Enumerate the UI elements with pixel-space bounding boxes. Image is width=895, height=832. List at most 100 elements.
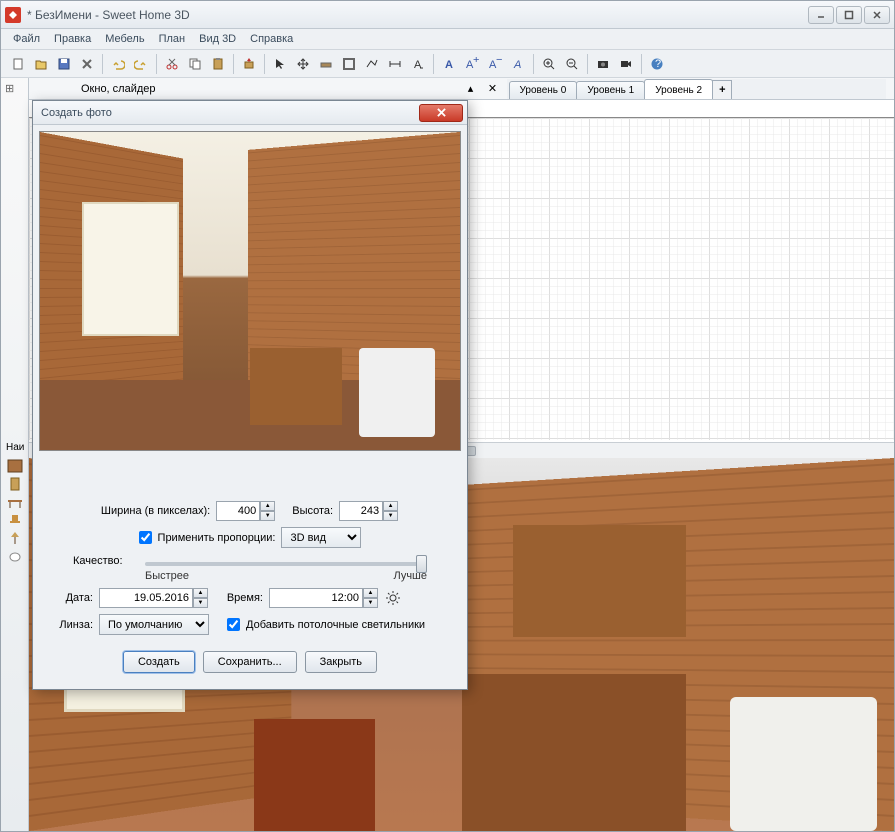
dialog-titlebar[interactable]: Создать фото (33, 101, 467, 125)
tab-level2[interactable]: Уровень 2 (644, 79, 713, 99)
menu-file[interactable]: Файл (7, 31, 46, 47)
dialog-title: Создать фото (37, 107, 419, 119)
paste-icon[interactable] (207, 53, 229, 75)
apply-proportions-label: Применить пропорции: (158, 532, 276, 544)
save-icon[interactable] (53, 53, 75, 75)
tab-level1[interactable]: Уровень 1 (576, 81, 645, 99)
svg-text:A: A (513, 59, 521, 71)
shelf-icon[interactable] (6, 458, 24, 474)
undo-icon[interactable] (107, 53, 129, 75)
apply-proportions-checkbox[interactable] (139, 531, 152, 544)
app-icon (5, 7, 21, 23)
menu-plan[interactable]: План (153, 31, 192, 47)
quality-slider[interactable] (145, 562, 427, 566)
furniture-list-header: Окно, слайдер ▴ ✕ Уровень 0 Уровень 1 Ур… (29, 78, 894, 100)
new-icon[interactable] (7, 53, 29, 75)
video-icon[interactable] (615, 53, 637, 75)
chair-icon[interactable] (6, 512, 24, 528)
shelf-3d (513, 525, 686, 637)
redo-icon[interactable] (130, 53, 152, 75)
help-icon[interactable]: ? (646, 53, 668, 75)
lens-label: Линза: (53, 619, 93, 631)
close-button[interactable] (864, 6, 890, 24)
menu-furniture[interactable]: Мебель (99, 31, 150, 47)
quality-thumb[interactable] (416, 555, 427, 573)
select-icon[interactable] (269, 53, 291, 75)
lamp-icon[interactable] (6, 530, 24, 546)
width-label: Ширина (в пикселах): (101, 505, 210, 517)
svg-text:A: A (445, 59, 453, 71)
text-decrease-icon[interactable]: A− (484, 53, 506, 75)
width-input[interactable] (216, 501, 260, 521)
text-bold-icon[interactable]: A (438, 53, 460, 75)
zoom-in-icon[interactable] (538, 53, 560, 75)
photo-preview (39, 131, 461, 451)
height-down[interactable]: ▼ (383, 511, 398, 521)
text-increase-icon[interactable]: A+ (461, 53, 483, 75)
chair-3d (254, 719, 375, 831)
minimize-button[interactable] (808, 6, 834, 24)
close-panel-icon[interactable]: ✕ (485, 82, 501, 95)
time-input[interactable] (269, 588, 363, 608)
preview-desk (250, 348, 342, 424)
text-italic-icon[interactable]: A (507, 53, 529, 75)
date-down[interactable]: ▼ (193, 598, 208, 608)
date-up[interactable]: ▲ (193, 588, 208, 598)
date-label: Дата: (53, 592, 93, 604)
tab-add[interactable]: + (712, 80, 732, 99)
create-walls-icon[interactable] (315, 53, 337, 75)
window-title: * БезИмени - Sweet Home 3D (27, 8, 808, 22)
catalog-tree[interactable]: ⊞ (1, 78, 29, 831)
menu-edit[interactable]: Правка (48, 31, 97, 47)
preview-chair (359, 348, 435, 437)
height-up[interactable]: ▲ (383, 501, 398, 511)
photo-icon[interactable] (592, 53, 614, 75)
height-input[interactable] (339, 501, 383, 521)
quality-label: Качество: (73, 555, 133, 567)
time-down[interactable]: ▼ (363, 598, 378, 608)
width-up[interactable]: ▲ (260, 501, 275, 511)
dialog-close-button[interactable] (419, 104, 463, 122)
create-polyline-icon[interactable] (361, 53, 383, 75)
cut-icon[interactable] (161, 53, 183, 75)
menu-help[interactable]: Справка (244, 31, 299, 47)
open-icon[interactable] (30, 53, 52, 75)
add-furniture-icon[interactable] (238, 53, 260, 75)
table-icon[interactable] (6, 494, 24, 510)
time-up[interactable]: ▲ (363, 588, 378, 598)
lens-select[interactable]: По умолчанию (99, 614, 209, 635)
zoom-out-icon[interactable] (561, 53, 583, 75)
sort-arrow-icon[interactable]: ▴ (463, 82, 479, 95)
titlebar[interactable]: * БезИмени - Sweet Home 3D (1, 1, 894, 29)
maximize-button[interactable] (836, 6, 862, 24)
save-button[interactable]: Сохранить... (203, 651, 297, 673)
create-text-icon[interactable]: A (407, 53, 429, 75)
close-dialog-button[interactable]: Закрыть (305, 651, 377, 673)
date-input[interactable] (99, 588, 193, 608)
pan-icon[interactable] (292, 53, 314, 75)
copy-icon[interactable] (184, 53, 206, 75)
armchair-3d (730, 697, 877, 831)
ceiling-lights-checkbox[interactable] (227, 618, 240, 631)
create-button[interactable]: Создать (123, 651, 195, 673)
toolbar: A A A+ A− A ? (1, 50, 894, 78)
quality-fast-label: Быстрее (145, 570, 189, 582)
preferences-icon[interactable] (76, 53, 98, 75)
svg-text:−: − (496, 57, 502, 66)
menu-view3d[interactable]: Вид 3D (193, 31, 242, 47)
svg-text:?: ? (655, 58, 661, 70)
time-label: Время: (223, 592, 263, 604)
desk-3d (462, 674, 687, 831)
proportions-select[interactable]: 3D вид (281, 527, 361, 548)
furniture-selected-name: Окно, слайдер (77, 83, 463, 95)
preview-window (82, 202, 179, 336)
wc-icon[interactable] (6, 548, 24, 564)
width-down[interactable]: ▼ (260, 511, 275, 521)
sun-icon[interactable] (385, 590, 401, 606)
door-icon[interactable] (6, 476, 24, 492)
tab-level0[interactable]: Уровень 0 (509, 81, 578, 99)
create-room-icon[interactable] (338, 53, 360, 75)
svg-text:A: A (414, 59, 422, 71)
tree-expand-icon[interactable]: ⊞ (1, 78, 28, 99)
create-dimensions-icon[interactable] (384, 53, 406, 75)
